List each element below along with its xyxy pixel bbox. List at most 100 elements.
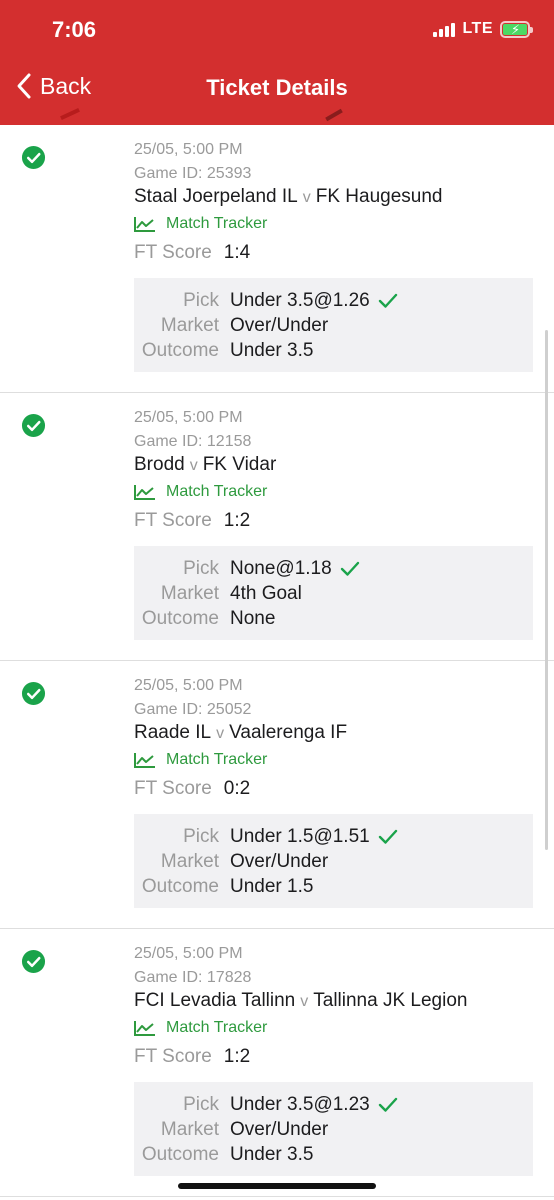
check-icon	[378, 829, 397, 844]
ft-score: FT Score 0:2	[134, 778, 250, 800]
versus-label: v	[302, 189, 311, 206]
match-teams: FCI Levadia Tallinn v Tallinna JK Legion	[134, 990, 467, 1012]
match-date: 25/05, 5:00 PM	[134, 945, 243, 962]
bet-item: 25/05, 5:00 PM Game ID: 12158 Brodd v FK V…	[0, 393, 554, 661]
bet-details: Pick Under 3.5@1.23 Market Over/Under Outc…	[134, 1082, 533, 1176]
match-teams: Brodd v FK Vidar	[134, 454, 276, 476]
match-tracker-label: Match Tracker	[166, 751, 268, 768]
market-label: Market	[160, 1118, 219, 1140]
chart-line-icon	[134, 217, 155, 232]
versus-label: v	[189, 457, 198, 474]
home-indicator[interactable]	[178, 1183, 376, 1189]
market-value: Over/Under	[230, 1118, 329, 1140]
match-tracker-label: Match Tracker	[166, 215, 268, 232]
ft-score-value: 1:2	[223, 1046, 251, 1067]
outcome-value: Under 3.5	[230, 339, 314, 361]
back-label: Back	[40, 72, 92, 99]
away-team: FK Vidar	[202, 454, 277, 475]
ft-score-label: FT Score	[134, 242, 212, 263]
market-label: Market	[160, 314, 219, 336]
battery-charging-icon: ⚡	[500, 20, 533, 38]
pick-label: Pick	[183, 825, 219, 847]
pick-value: Under 3.5@1.26	[230, 289, 370, 311]
bet-item: 25/05, 5:00 PM Game ID: 25052 Raade IL v V…	[0, 661, 554, 929]
match-tracker-label: Match Tracker	[166, 483, 268, 500]
market-value: Over/Under	[230, 850, 329, 872]
status-time: 7:06	[52, 17, 97, 42]
market-label: Market	[160, 850, 219, 872]
versus-label: v	[216, 725, 225, 742]
header-decoration	[325, 108, 343, 122]
match-tracker-link[interactable]: Match Tracker	[134, 1019, 267, 1037]
bet-details: Pick None@1.18 Market 4th Goal Outcome None	[134, 546, 533, 640]
away-team: Tallinna JK Legion	[313, 990, 468, 1011]
pick-label: Pick	[183, 1093, 219, 1115]
bet-details: Pick Under 3.5@1.26 Market Over/Under Outc…	[134, 278, 533, 372]
outcome-label: Outcome	[141, 607, 219, 629]
outcome-value: None	[230, 607, 276, 629]
bet-item: 25/05, 5:00 PM Game ID: 25393 Staal Joer…	[0, 125, 554, 393]
game-id: Game ID: 25052	[134, 701, 252, 718]
ft-score-label: FT Score	[134, 778, 212, 799]
ft-score-value: 1:2	[223, 510, 251, 531]
ft-score-label: FT Score	[134, 1046, 212, 1067]
chart-line-icon	[134, 485, 155, 500]
check-circle-icon	[21, 145, 46, 170]
header-decoration	[60, 107, 80, 121]
versus-label: v	[300, 993, 309, 1010]
network-label: LTE	[462, 20, 493, 37]
match-date: 25/05, 5:00 PM	[134, 409, 243, 426]
ft-score: FT Score 1:2	[134, 1046, 250, 1068]
pick-value: None@1.18	[230, 557, 332, 579]
home-team: FCI Levadia Tallinn	[134, 990, 296, 1011]
match-teams: Raade IL v Vaalerenga IF	[134, 722, 347, 744]
match-date: 25/05, 5:00 PM	[134, 141, 243, 158]
home-team: Raade IL	[134, 722, 212, 743]
match-tracker-link[interactable]: Match Tracker	[134, 751, 267, 769]
back-button[interactable]: Back	[16, 72, 91, 100]
ft-score-label: FT Score	[134, 510, 212, 531]
ft-score: FT Score 1:4	[134, 242, 250, 264]
outcome-label: Outcome	[141, 339, 219, 361]
game-id: Game ID: 17828	[134, 969, 252, 986]
match-tracker-label: Match Tracker	[166, 1019, 268, 1036]
check-icon	[340, 561, 359, 576]
outcome-label: Outcome	[141, 1143, 219, 1165]
home-team: Staal Joerpeland IL	[134, 186, 298, 207]
outcome-label: Outcome	[141, 875, 219, 897]
pick-label: Pick	[183, 557, 219, 579]
away-team: FK Haugesund	[315, 186, 443, 207]
outcome-value: Under 1.5	[230, 875, 314, 897]
chevron-left-icon	[17, 73, 31, 99]
match-tracker-link[interactable]: Match Tracker	[134, 215, 267, 233]
market-value: 4th Goal	[230, 582, 302, 604]
app-header: 7:06 LTE ⚡ Back Ticket Details	[0, 0, 554, 125]
signal-icon	[433, 21, 456, 37]
check-circle-icon	[21, 681, 46, 706]
pick-label: Pick	[183, 289, 219, 311]
game-id: Game ID: 12158	[134, 433, 252, 450]
bet-list: 25/05, 5:00 PM Game ID: 25393 Staal Joer…	[0, 125, 554, 1197]
check-circle-icon	[21, 413, 46, 438]
pick-value: Under 3.5@1.23	[230, 1093, 370, 1115]
ft-score-value: 1:4	[223, 242, 251, 263]
home-team: Brodd	[134, 454, 185, 475]
chart-line-icon	[134, 1021, 155, 1036]
check-circle-icon	[21, 949, 46, 974]
bet-item: 25/05, 5:00 PM Game ID: 17828 FCI Levadi…	[0, 929, 554, 1197]
pick-value: Under 1.5@1.51	[230, 825, 370, 847]
chart-line-icon	[134, 753, 155, 768]
match-tracker-link[interactable]: Match Tracker	[134, 483, 267, 501]
check-icon	[378, 1097, 397, 1112]
match-teams: Staal Joerpeland IL v FK Haugesund	[134, 186, 442, 208]
market-label: Market	[160, 582, 219, 604]
ft-score: FT Score 1:2	[134, 510, 250, 532]
ft-score-value: 0:2	[223, 778, 251, 799]
check-icon	[378, 293, 397, 308]
status-indicators: LTE ⚡	[433, 20, 533, 38]
away-team: Vaalerenga IF	[229, 722, 348, 743]
bet-details: Pick Under 1.5@1.51 Market Over/Under Outc…	[134, 814, 533, 908]
match-date: 25/05, 5:00 PM	[134, 677, 243, 694]
scrollbar[interactable]	[545, 330, 548, 850]
game-id: Game ID: 25393	[134, 165, 252, 182]
